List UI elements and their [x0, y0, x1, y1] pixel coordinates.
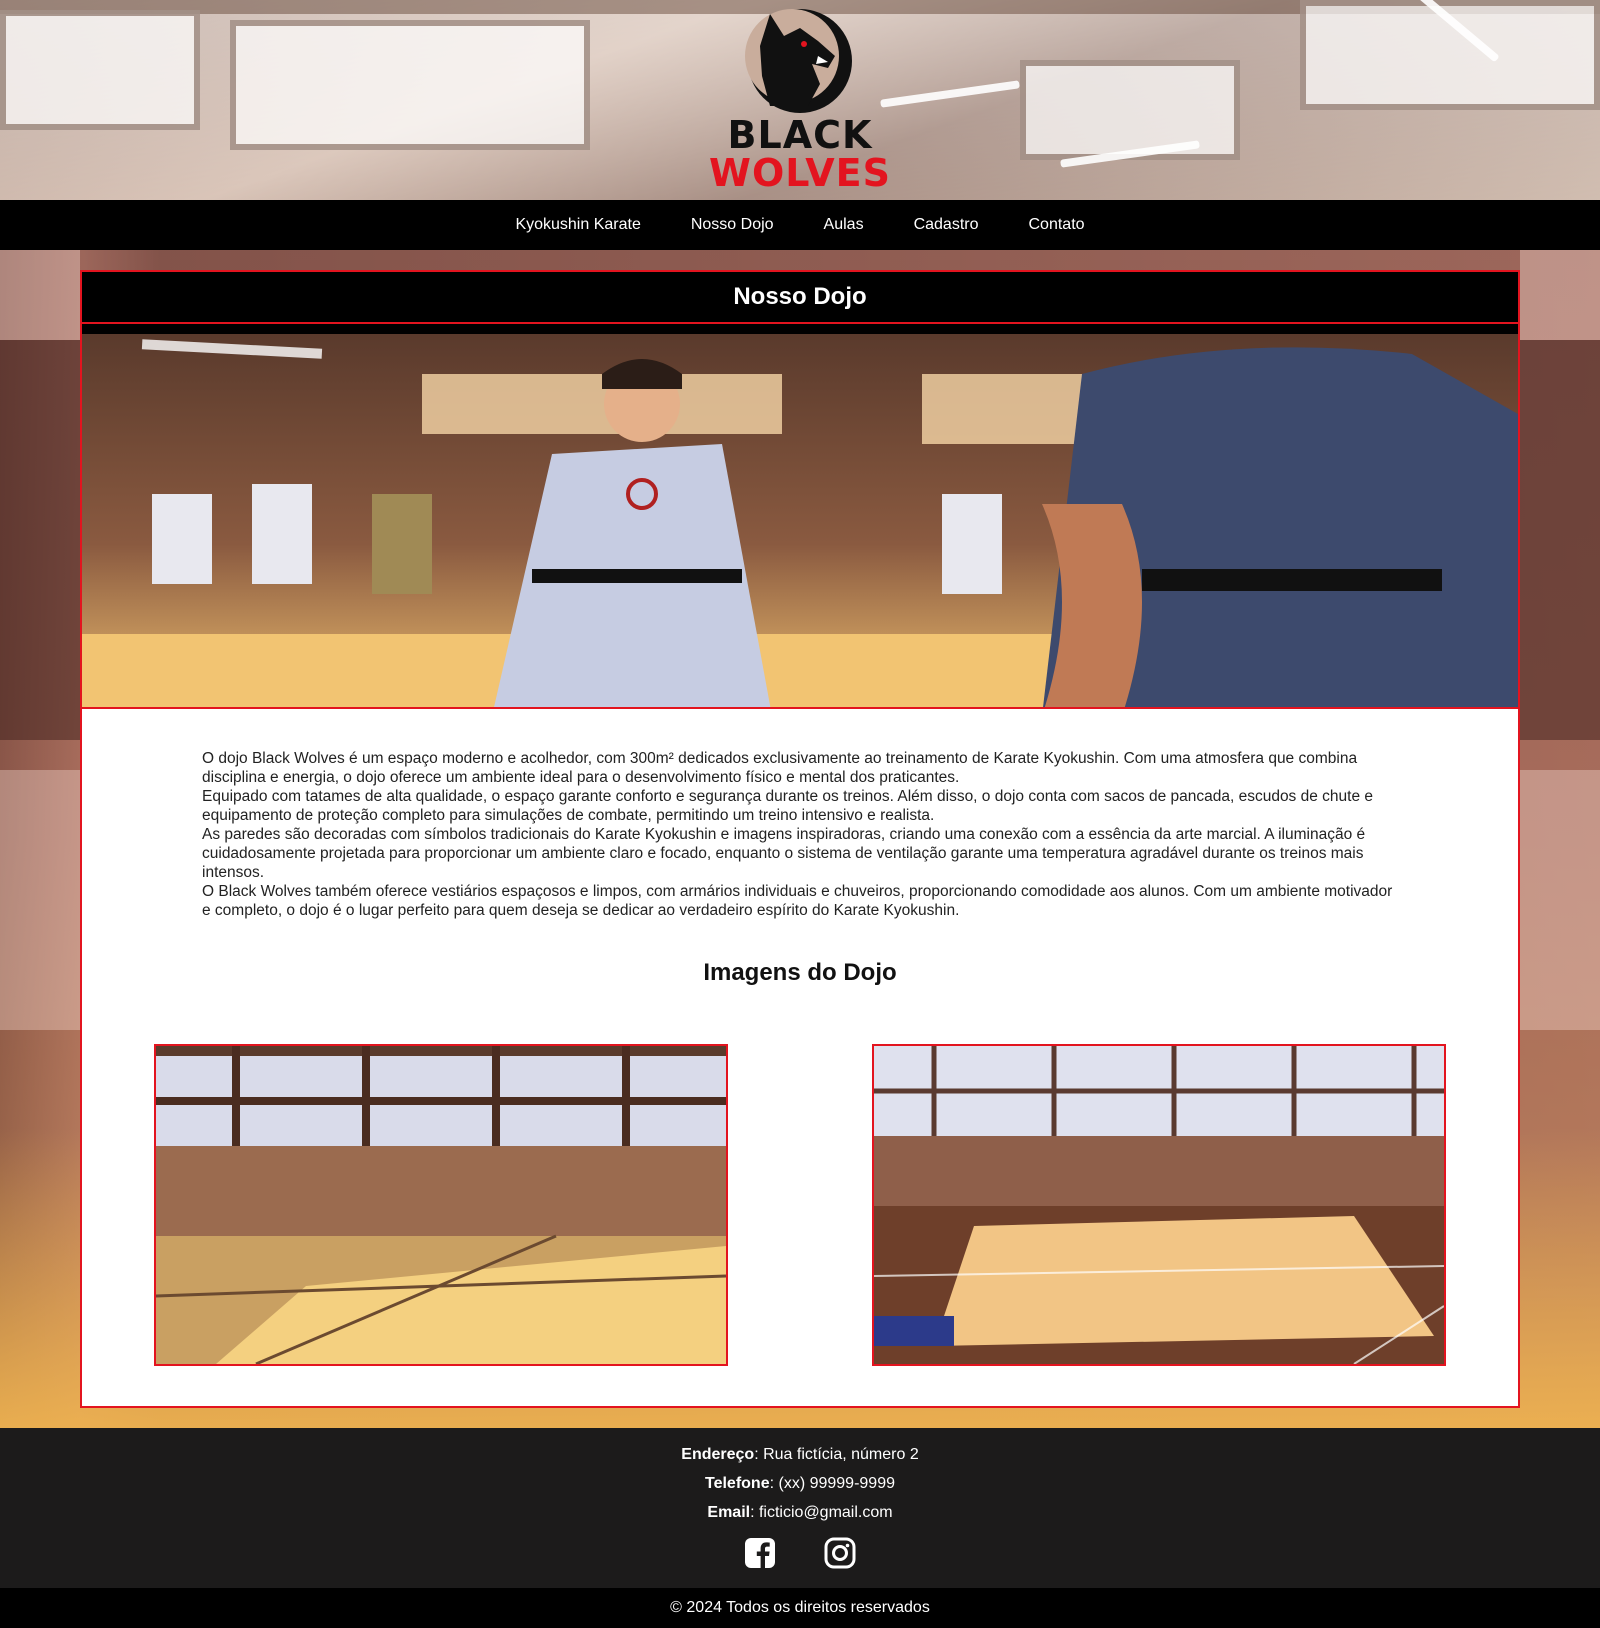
bg-panel	[1520, 770, 1600, 1030]
wolf-logo-icon	[745, 9, 852, 113]
main-nav: Kyokushin Karate Nosso Dojo Aulas Cadast…	[0, 200, 1600, 250]
email-label: Email	[707, 1504, 751, 1521]
brand-logo[interactable]: BLACK WOLVES	[700, 6, 900, 192]
nav-item-cadastro[interactable]: Cadastro	[914, 216, 979, 234]
hero-banner	[82, 324, 1518, 709]
brand-name-line2: WOLVES	[709, 151, 891, 195]
instagram-icon[interactable]	[824, 1537, 856, 1569]
header-window	[0, 10, 200, 130]
dojo-interior-image	[874, 1046, 1444, 1364]
phone-value: : (xx) 99999-9999	[769, 1475, 895, 1492]
brand-name-line1: BLACK	[727, 113, 873, 157]
bg-stripe	[0, 340, 80, 740]
nav-item-aulas[interactable]: Aulas	[824, 216, 864, 234]
facebook-icon[interactable]	[744, 1537, 776, 1569]
nav-item-nosso-dojo[interactable]: Nosso Dojo	[691, 216, 774, 234]
bg-panel	[1520, 250, 1600, 340]
gallery-title: Imagens do Dojo	[703, 959, 897, 986]
page-title: Nosso Dojo	[82, 272, 1518, 324]
description-paragraph: Equipado com tatames de alta qualidade, …	[202, 788, 1374, 824]
bg-panel	[0, 770, 80, 1030]
ceiling-lamp	[880, 80, 1020, 108]
header-window	[1020, 60, 1240, 160]
copyright: © 2024 Todos os direitos reservados	[0, 1588, 1600, 1628]
header-window	[230, 20, 590, 150]
nav-item-kyokushin-karate[interactable]: Kyokushin Karate	[515, 216, 640, 234]
footer-phone: Telefone: (xx) 99999-9999	[0, 1469, 1600, 1498]
address-label: Endereço	[681, 1446, 755, 1463]
site-header: BLACK WOLVES	[0, 0, 1600, 200]
site-footer: Endereço: Rua fictícia, número 2 Telefon…	[0, 1428, 1600, 1588]
bg-stripe	[1520, 340, 1600, 740]
description-paragraph: O dojo Black Wolves é um espaço moderno …	[202, 750, 1358, 786]
gallery-image-1[interactable]	[154, 1044, 728, 1366]
social-links	[0, 1537, 1600, 1569]
address-value: : Rua fictícia, número 2	[754, 1446, 919, 1463]
footer-email: Email: ficticio@gmail.com	[0, 1498, 1600, 1527]
dojo-gallery	[154, 1044, 1446, 1366]
description-paragraph: As paredes são decoradas com símbolos tr…	[202, 826, 1366, 881]
footer-address: Endereço: Rua fictícia, número 2	[0, 1440, 1600, 1469]
nav-item-contato[interactable]: Contato	[1029, 216, 1085, 234]
gallery-image-2[interactable]	[872, 1044, 1446, 1366]
phone-label: Telefone	[704, 1475, 770, 1492]
dojo-description: O dojo Black Wolves é um espaço moderno …	[202, 749, 1398, 920]
hero-image	[82, 334, 1518, 707]
dojo-interior-image	[156, 1046, 726, 1364]
description-paragraph: O Black Wolves também oferece vestiários…	[202, 883, 1393, 919]
bg-panel	[0, 250, 80, 340]
main-card: Nosso Dojo O dojo Black Wolves é um espa…	[80, 270, 1520, 1408]
email-value: : ficticio@gmail.com	[750, 1504, 893, 1521]
